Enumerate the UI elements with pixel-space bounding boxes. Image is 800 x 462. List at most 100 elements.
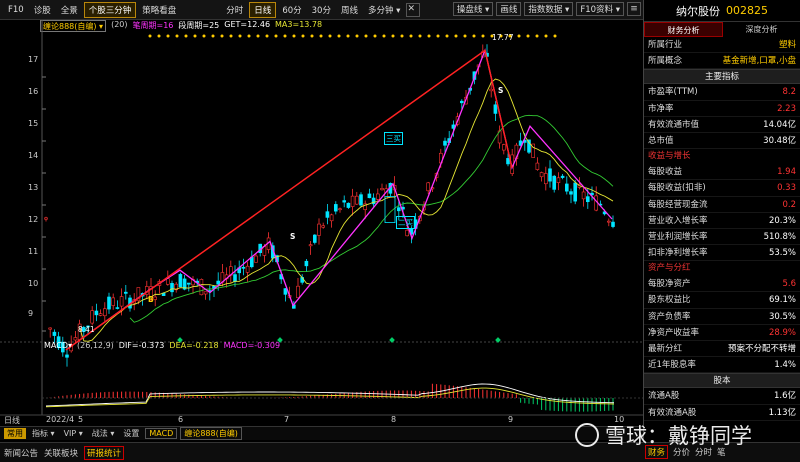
top-signal-dot — [400, 34, 404, 38]
metric-value: 30.5% — [768, 311, 796, 322]
f10-data-dropdown[interactable]: F10资料 ▾ — [576, 2, 624, 16]
candle-body — [443, 140, 447, 146]
tab-diagnose[interactable]: 诊股 — [30, 3, 55, 17]
settings-button[interactable]: 设置 — [120, 428, 142, 439]
candle-body — [98, 313, 103, 316]
candle-body — [329, 214, 334, 222]
metric-label: 每股收益(扣非) — [648, 183, 706, 194]
metric-label: 每股收益 — [648, 167, 683, 178]
y-tick-label: 16 — [28, 87, 39, 96]
candle-body — [405, 229, 410, 237]
row-label: 所属概念 — [648, 56, 683, 67]
metric-value: 5.6 — [782, 279, 796, 290]
draw-line-button[interactable]: 画线 — [496, 2, 522, 16]
research-tab[interactable]: 研报统计 — [84, 445, 125, 460]
candle-body — [380, 188, 384, 191]
period-daily[interactable]: 日线 — [249, 1, 277, 18]
bi-stroke-line — [65, 48, 613, 351]
metric-label: 净资产收益率 — [648, 327, 700, 338]
top-signal-dot — [247, 34, 251, 38]
candle-body — [304, 260, 309, 267]
candle-body — [115, 307, 120, 309]
x-tick-label: 6 — [178, 415, 184, 424]
candle-body — [153, 296, 157, 300]
top-signal-dot — [463, 34, 467, 38]
macd-button[interactable]: MACD — [145, 428, 178, 439]
candle-body — [170, 283, 174, 293]
sector-tab[interactable]: 关联板块 — [44, 447, 78, 459]
row-value[interactable]: 基金新增,口罩,小盘 — [723, 53, 796, 68]
candle-body — [493, 104, 498, 114]
strategy-dropdown[interactable]: 战法 ▾ — [89, 428, 118, 439]
share-header: 股本 — [644, 373, 800, 389]
metric-row: 营业收入增长率 20.3% — [644, 213, 800, 229]
period-weekly[interactable]: 周线 — [337, 3, 362, 17]
sell-signal-label: S — [290, 232, 296, 241]
control-line-dropdown[interactable]: 操盘线 ▾ — [452, 2, 494, 16]
metric-row: 营业利润增长率 510.8% — [644, 229, 800, 246]
metric-row: 有效流通市值 14.04亿 — [644, 117, 800, 133]
top-signal-dot — [472, 34, 476, 38]
macd-dea: DEA=-0.218 — [169, 341, 219, 350]
candle-body — [606, 220, 611, 223]
tab-f10[interactable]: F10 — [4, 4, 28, 16]
period-multi-minute[interactable]: 多分钟 ▾ — [364, 3, 404, 17]
candle-body — [94, 310, 99, 316]
metric-label: 营业利润增长率 — [648, 231, 708, 242]
macd-params: (26,12,9) — [77, 341, 114, 350]
sell-signal-label: S — [498, 86, 504, 95]
candle-body — [52, 331, 57, 336]
tab-strategy[interactable]: 策略看盘 — [138, 3, 180, 17]
metric-value: 14.04亿 — [763, 119, 796, 130]
row-value[interactable]: 塑料 — [779, 37, 796, 52]
news-tab[interactable]: 新闻公告 — [4, 447, 38, 459]
indicator-dropdown[interactable]: 指标 ▾ — [29, 428, 58, 439]
metric-value: 1.4% — [774, 360, 796, 371]
candle-body — [489, 88, 494, 92]
index-data-dropdown[interactable]: 指数数据 ▾ — [524, 2, 574, 16]
tab-three-minutes[interactable]: 个股三分钟 — [83, 1, 137, 18]
candle-body — [308, 244, 313, 247]
top-signal-dot — [148, 34, 152, 38]
candle-body — [317, 223, 321, 236]
period-timeshare[interactable]: 分时 — [222, 3, 247, 17]
top-signal-dot — [391, 34, 395, 38]
metric-row: 每股经营现金流 0.2 — [644, 197, 800, 213]
top-signal-dot — [220, 34, 224, 38]
metric-value: 0.2 — [782, 199, 796, 210]
chanlun-button[interactable]: 缠论888(自编) — [180, 427, 242, 440]
candle-body — [241, 266, 246, 269]
vip-dropdown[interactable]: VIP ▾ — [61, 429, 86, 438]
two-buy-label: 二买 — [396, 216, 415, 229]
watermark-text: 雪球：戴铮同学 — [605, 424, 752, 448]
metric-row: 每股收益(扣非) 0.33 — [644, 180, 800, 197]
candle-body — [354, 195, 359, 205]
buy-signal-label: B — [148, 295, 154, 304]
metric-label: 有效流通市值 — [648, 119, 700, 130]
candle-body — [556, 177, 561, 183]
close-icon[interactable]: ✕ — [406, 2, 421, 17]
candle-body — [124, 291, 128, 294]
menu-icon[interactable]: ≡ — [627, 2, 641, 16]
tab-deep[interactable]: 深度分析 — [723, 22, 800, 37]
candle-body — [44, 217, 48, 220]
candle-body — [111, 297, 115, 306]
candle-body — [296, 285, 300, 299]
top-signal-dot — [283, 34, 287, 38]
candle-body — [581, 191, 586, 200]
metric-label: 资产负债率 — [648, 311, 691, 322]
top-signal-dot — [184, 34, 188, 38]
candle-body — [506, 158, 510, 165]
industry-row: 所属行业 塑料 — [644, 37, 800, 54]
macd-select[interactable]: MACD▾ — [44, 341, 72, 350]
high-price-label: 17.77 — [492, 33, 514, 42]
period-60min[interactable]: 60分 — [278, 3, 305, 17]
candle-body — [426, 182, 431, 192]
candle-body — [333, 204, 338, 212]
period-30min[interactable]: 30分 — [308, 3, 335, 17]
metric-row: 近1年股息率 1.4% — [644, 357, 800, 374]
common-tab[interactable]: 常用 — [4, 428, 26, 439]
tab-panorama[interactable]: 全景 — [57, 3, 82, 17]
tab-financial[interactable]: 财务分析 — [644, 22, 723, 37]
kline-chart[interactable] — [0, 20, 643, 425]
